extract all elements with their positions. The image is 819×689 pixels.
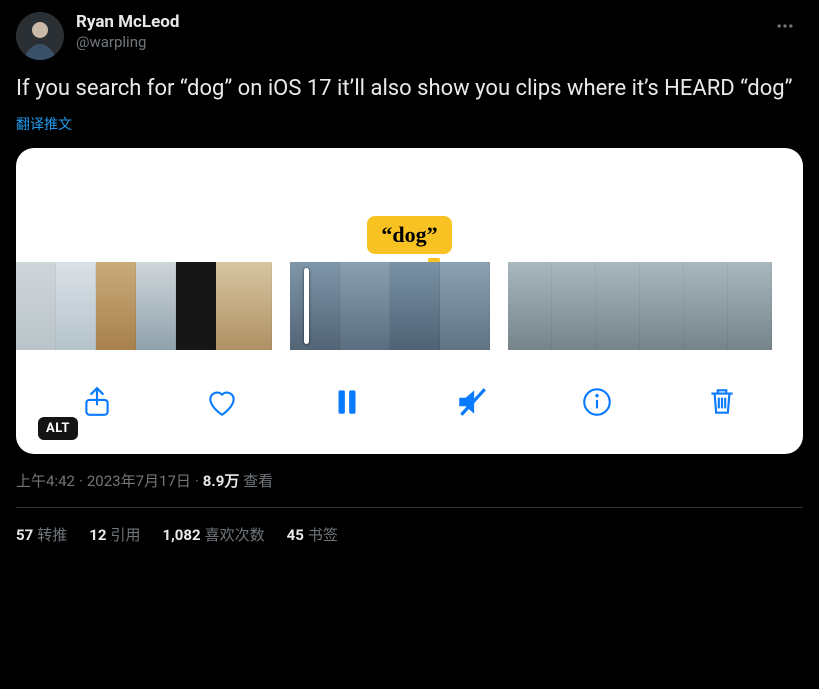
likes[interactable]: 1,082喜欢次数 <box>162 524 264 545</box>
tweet-container: Ryan McLeod @warpling If you search for … <box>0 0 819 545</box>
filmstrip-frame <box>136 262 176 350</box>
caption-area: “dog” <box>16 148 803 262</box>
bookmarks[interactable]: 45书签 <box>287 524 338 545</box>
filmstrip-frame <box>552 262 596 350</box>
info-button[interactable] <box>575 380 619 424</box>
handle[interactable]: @warpling <box>76 33 179 52</box>
avatar[interactable] <box>16 12 64 60</box>
retweets[interactable]: 57转推 <box>16 524 67 545</box>
filmstrip-frame <box>290 262 340 350</box>
filmstrip-frame <box>16 262 56 350</box>
meta-date[interactable]: 2023年7月17日 <box>87 472 191 490</box>
filmstrip-frame <box>340 262 390 350</box>
trash-button[interactable] <box>700 380 744 424</box>
more-button[interactable] <box>767 12 803 44</box>
filmstrip-frame <box>96 262 136 350</box>
translate-link[interactable]: 翻译推文 <box>16 114 803 134</box>
filmstrip-frame <box>728 262 772 350</box>
clip-group[interactable] <box>508 262 772 350</box>
views-label: 查看 <box>243 472 273 490</box>
clip-group[interactable] <box>16 262 272 350</box>
clip-group[interactable] <box>290 262 490 350</box>
views-count[interactable]: 8.9万 <box>203 472 240 490</box>
display-name[interactable]: Ryan McLeod <box>76 12 179 33</box>
filmstrip-frame <box>216 262 272 350</box>
filmstrip-frame <box>596 262 640 350</box>
mute-button[interactable] <box>450 380 494 424</box>
filmstrip-frame <box>176 262 216 350</box>
filmstrip[interactable] <box>16 262 803 350</box>
filmstrip-frame <box>440 262 490 350</box>
filmstrip-frame <box>640 262 684 350</box>
filmstrip-frame <box>56 262 96 350</box>
meta-time[interactable]: 上午4:42 <box>16 472 75 490</box>
tweet-meta: 上午4:42·2023年7月17日·8.9万 查看 <box>16 470 803 491</box>
author-names: Ryan McLeod @warpling <box>76 12 179 52</box>
pause-button[interactable] <box>325 380 369 424</box>
filmstrip-frame <box>508 262 552 350</box>
playhead[interactable] <box>304 268 309 344</box>
tweet-header: Ryan McLeod @warpling <box>16 12 803 60</box>
alt-badge[interactable]: ALT <box>38 417 78 440</box>
filmstrip-frame <box>390 262 440 350</box>
filmstrip-frame <box>684 262 728 350</box>
like-button[interactable] <box>200 380 244 424</box>
media-toolbar <box>16 350 803 454</box>
caption-label: “dog” <box>367 216 451 254</box>
share-button[interactable] <box>75 380 119 424</box>
media-card[interactable]: “dog” <box>16 148 803 454</box>
quotes[interactable]: 12引用 <box>89 524 140 545</box>
tweet-text: If you search for “dog” on iOS 17 it’ll … <box>16 74 803 104</box>
engagement-row: 57转推 12引用 1,082喜欢次数 45书签 <box>16 508 803 545</box>
